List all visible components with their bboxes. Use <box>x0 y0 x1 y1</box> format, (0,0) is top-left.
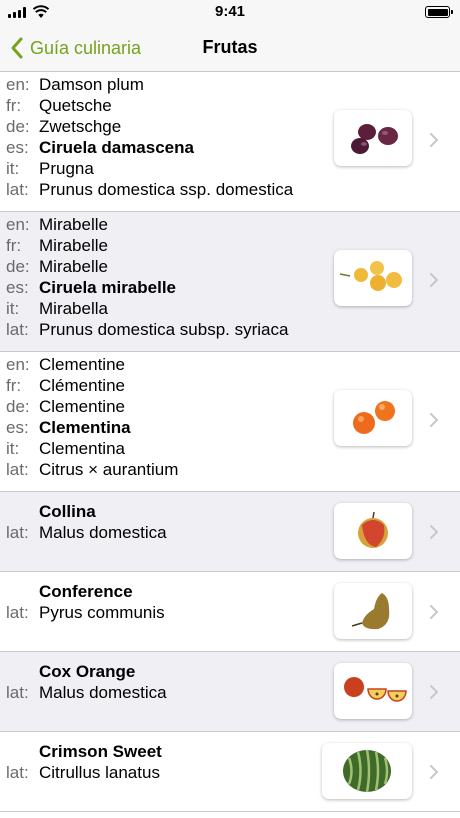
language-label: it: <box>6 299 20 318</box>
fruit-name: Prugna <box>39 159 94 178</box>
chevron-right-icon <box>430 413 438 427</box>
fruit-name: Mirabelle <box>39 236 108 255</box>
fruit-thumbnail <box>334 110 412 166</box>
language-label: de: <box>6 117 30 136</box>
language-label: lat: <box>6 683 29 702</box>
language-label: lat: <box>6 320 29 339</box>
page-title: Frutas <box>202 37 258 57</box>
fruit-name-spanish: Ciruela damascena <box>39 138 194 157</box>
list-item[interactable]: Collina lat: Malus domestica <box>0 492 460 572</box>
fruit-thumbnail <box>334 390 412 446</box>
fruit-name: Mirabella <box>39 299 108 318</box>
language-label: en: <box>6 75 30 94</box>
fruit-thumbnail <box>334 250 412 306</box>
fruit-thumbnail <box>322 743 412 799</box>
fruit-title: Conference <box>39 582 133 601</box>
fruit-name: Clementina <box>39 439 125 458</box>
fruit-name: Clémentine <box>39 376 125 395</box>
list-item[interactable]: Cox Orange lat: Malus domestica <box>0 652 460 732</box>
navigation-bar: Guía culinaria Frutas <box>0 24 460 72</box>
latin-name: Malus domestica <box>39 683 167 702</box>
fruit-title: Collina <box>39 502 96 521</box>
language-label: de: <box>6 397 30 416</box>
fruit-name: Damson plum <box>39 75 144 94</box>
fruit-thumbnail <box>334 503 412 559</box>
fruit-title: Crimson Sweet <box>39 742 162 761</box>
language-label: en: <box>6 215 30 234</box>
language-label: it: <box>6 439 20 458</box>
language-label: fr: <box>6 376 22 395</box>
fruit-name-spanish: Clementina <box>39 418 131 437</box>
latin-name: Pyrus communis <box>39 603 165 622</box>
chevron-right-icon <box>430 605 438 619</box>
list-item[interactable]: en: Mirabelle fr: Mirabelle de: Mirabelle e… <box>0 212 460 352</box>
list-item[interactable]: Crimson Sweet lat: Citrullus lanatus <box>0 732 460 812</box>
fruit-name: Clementine <box>39 355 125 374</box>
list-item[interactable]: en: Damson plum fr: Quetsche de: Zwetschge … <box>0 72 460 212</box>
latin-name: Prunus domestica ssp. domestica <box>39 180 294 199</box>
fruit-name: Clementine <box>39 397 125 416</box>
fruit-thumbnail <box>334 583 412 639</box>
language-label: fr: <box>6 236 22 255</box>
language-label: lat: <box>6 603 29 622</box>
language-label: fr: <box>6 96 22 115</box>
language-label: es: <box>6 278 29 297</box>
fruit-name-spanish: Ciruela mirabelle <box>39 278 177 297</box>
status-bar: 9:41 <box>0 0 460 24</box>
language-label: lat: <box>6 460 29 479</box>
list-item[interactable]: Conference lat: Pyrus communis <box>0 572 460 652</box>
fruit-thumbnail <box>334 663 412 719</box>
fruit-list: en: Damson plum fr: Quetsche de: Zwetschge … <box>0 72 460 812</box>
language-label: lat: <box>6 523 29 542</box>
language-label: de: <box>6 257 30 276</box>
chevron-right-icon <box>430 525 438 539</box>
language-label: lat: <box>6 180 29 199</box>
language-label: es: <box>6 418 29 437</box>
fruit-title: Cox Orange <box>39 662 136 681</box>
battery-icon <box>425 6 453 18</box>
fruit-name: Quetsche <box>39 96 112 115</box>
fruit-name: Mirabelle <box>39 257 108 276</box>
latin-name: Malus domestica <box>39 523 167 542</box>
chevron-right-icon <box>430 765 438 779</box>
fruit-name: Zwetschge <box>39 117 122 136</box>
latin-name: Prunus domestica subsp. syriaca <box>39 320 289 339</box>
language-label: es: <box>6 138 29 157</box>
language-label: en: <box>6 355 30 374</box>
language-label: it: <box>6 159 20 178</box>
chevron-right-icon <box>430 685 438 699</box>
chevron-right-icon <box>430 273 438 287</box>
fruit-name: Mirabelle <box>39 215 108 234</box>
list-item[interactable]: en: Clementine fr: Clémentine de: Clementin… <box>0 352 460 492</box>
status-time: 9:41 <box>214 3 246 20</box>
language-label: lat: <box>6 763 29 782</box>
latin-name: Citrus × aurantium <box>39 460 179 479</box>
chevron-right-icon <box>430 133 438 147</box>
latin-name: Citrullus lanatus <box>39 763 160 782</box>
